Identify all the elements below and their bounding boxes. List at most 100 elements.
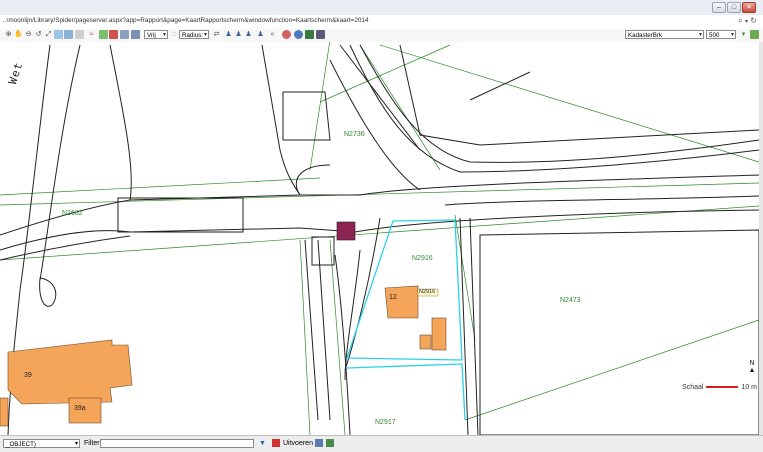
scale-bar	[706, 386, 739, 389]
select-icon[interactable]	[54, 30, 63, 39]
url-field[interactable]: ..\moonlijn/Library/Spider/pageserver.as…	[3, 17, 369, 24]
scale-label: Schaal	[682, 384, 704, 391]
marker-icon[interactable]	[109, 30, 118, 39]
group-icon[interactable]: ♟	[256, 30, 265, 39]
road-edge	[304, 239, 331, 421]
refresh-map-icon[interactable]: ↺	[34, 30, 43, 39]
radius-icon[interactable]: ◌	[170, 30, 179, 39]
selected-parcel	[336, 221, 356, 241]
parcel-line	[0, 177, 321, 196]
road-edge	[344, 249, 361, 381]
refresh-icon[interactable]: ↻	[750, 16, 757, 25]
parcel-label-n2917: N2917	[375, 419, 396, 426]
cyan-parcel	[346, 363, 466, 421]
map-canvas[interactable]: Wet N2736 N2662 N2916 N2473 N2917 12 39 …	[0, 42, 759, 435]
parcel-line	[309, 42, 331, 171]
close-button[interactable]: ✕	[742, 2, 756, 13]
pan-icon[interactable]: ✋	[14, 30, 23, 39]
map-drawing	[0, 42, 759, 435]
parcel-line	[299, 239, 311, 435]
parcel-line	[329, 239, 346, 435]
parcel-label-n2662: N2662	[62, 210, 83, 217]
parcel-line	[0, 182, 759, 206]
road-edge	[0, 174, 759, 236]
person-remove-icon[interactable]: ♟	[244, 30, 253, 39]
layers-icon[interactable]	[64, 30, 73, 39]
map-toolbar: ⊕ ✋ ⊖ ↺ ⤢ ≈ Vrij ▾ ◌ Radius: ▾ ⇄ ♟ ♟ ♟ ♟ «…	[0, 29, 763, 43]
filter-label: Filter	[84, 440, 100, 447]
road-edge	[109, 44, 132, 201]
road-edge	[329, 59, 421, 191]
parcel-outline	[479, 229, 759, 435]
maximize-button[interactable]: □	[727, 2, 741, 13]
export-icon[interactable]	[131, 30, 140, 39]
parcel-tag: N2916	[419, 289, 436, 295]
road-edge	[261, 44, 301, 196]
person-add-icon[interactable]: ♟	[234, 30, 243, 39]
export-table-icon[interactable]	[315, 439, 323, 447]
object-select[interactable]: _OBJECT) ▾	[3, 439, 80, 448]
line-icon[interactable]: ≈	[87, 30, 96, 39]
radius-select[interactable]: Radius: ▾	[179, 30, 209, 39]
bridge	[117, 197, 244, 233]
road-edge	[359, 44, 759, 163]
building-annex	[419, 334, 432, 350]
filter-icon[interactable]: ▼	[259, 440, 266, 447]
tree-outline	[39, 277, 57, 307]
parcel-label-n2736: N2736	[344, 131, 365, 138]
road-edge	[469, 71, 531, 101]
parcel-label-n2473: N2473	[560, 297, 581, 304]
distance-icon[interactable]: ⇄	[212, 30, 221, 39]
building-12	[384, 285, 419, 319]
house-number-12: 12	[389, 294, 397, 301]
scale-select[interactable]: 500 ▾	[706, 30, 736, 39]
filter-input[interactable]	[100, 439, 254, 448]
grid-icon[interactable]	[305, 30, 314, 39]
minimize-button[interactable]: –	[712, 2, 726, 13]
record-icon[interactable]	[282, 30, 291, 39]
title-bar: – □ ✕	[0, 0, 763, 16]
back-icon[interactable]: «	[268, 30, 277, 39]
legend-icon[interactable]	[750, 30, 759, 39]
settings-icon[interactable]: ▾	[739, 30, 748, 39]
building-edge	[0, 397, 9, 427]
info-icon[interactable]	[99, 30, 108, 39]
zoom-in-icon[interactable]: ⊕	[4, 30, 13, 39]
full-extent-icon[interactable]: ⤢	[44, 30, 53, 39]
parcel-line	[464, 319, 759, 421]
scale-indicator: Schaal 10 m	[682, 384, 757, 391]
road-edge	[295, 164, 331, 196]
parcel-line	[319, 44, 451, 103]
dropdown-icon[interactable]: ▾	[745, 19, 748, 25]
grid-view-icon[interactable]	[326, 439, 334, 447]
road-edge	[349, 44, 759, 173]
parcel-line	[379, 44, 759, 163]
layer-select[interactable]: KadasterBrk ▾	[625, 30, 704, 39]
table-icon[interactable]	[316, 30, 325, 39]
parcel-line	[0, 205, 759, 261]
road-edge	[399, 44, 759, 146]
search-icon[interactable]: ⌕	[738, 16, 742, 25]
parcel-line	[359, 44, 441, 171]
house-number-39: 39	[24, 372, 32, 379]
person-search-icon[interactable]: ♟	[224, 30, 233, 39]
road-edge	[0, 209, 759, 251]
north-arrow-icon: ▲	[748, 367, 756, 374]
mode-select[interactable]: Vrij ▾	[144, 30, 168, 39]
building-outline	[282, 91, 331, 141]
zoom-out-icon[interactable]: ⊖	[24, 30, 33, 39]
measure-icon[interactable]	[75, 30, 84, 39]
execute-button[interactable]: Uitvoeren	[283, 440, 313, 447]
vertical-scrollbar[interactable]	[759, 42, 763, 435]
print-icon[interactable]	[120, 30, 129, 39]
execute-icon[interactable]	[272, 439, 280, 447]
road-edge	[444, 195, 759, 206]
north-letter: N	[749, 360, 755, 367]
road-edge	[459, 217, 479, 435]
parcel-label-n2916: N2916	[412, 255, 433, 262]
north-arrow: N ▲	[747, 360, 757, 374]
house-number-39a: 39a	[74, 405, 86, 412]
road-edge	[0, 235, 131, 261]
bottom-bar: _OBJECT) ▾ Filter ▼ Uitvoeren	[0, 435, 763, 452]
globe-icon[interactable]	[294, 30, 303, 39]
